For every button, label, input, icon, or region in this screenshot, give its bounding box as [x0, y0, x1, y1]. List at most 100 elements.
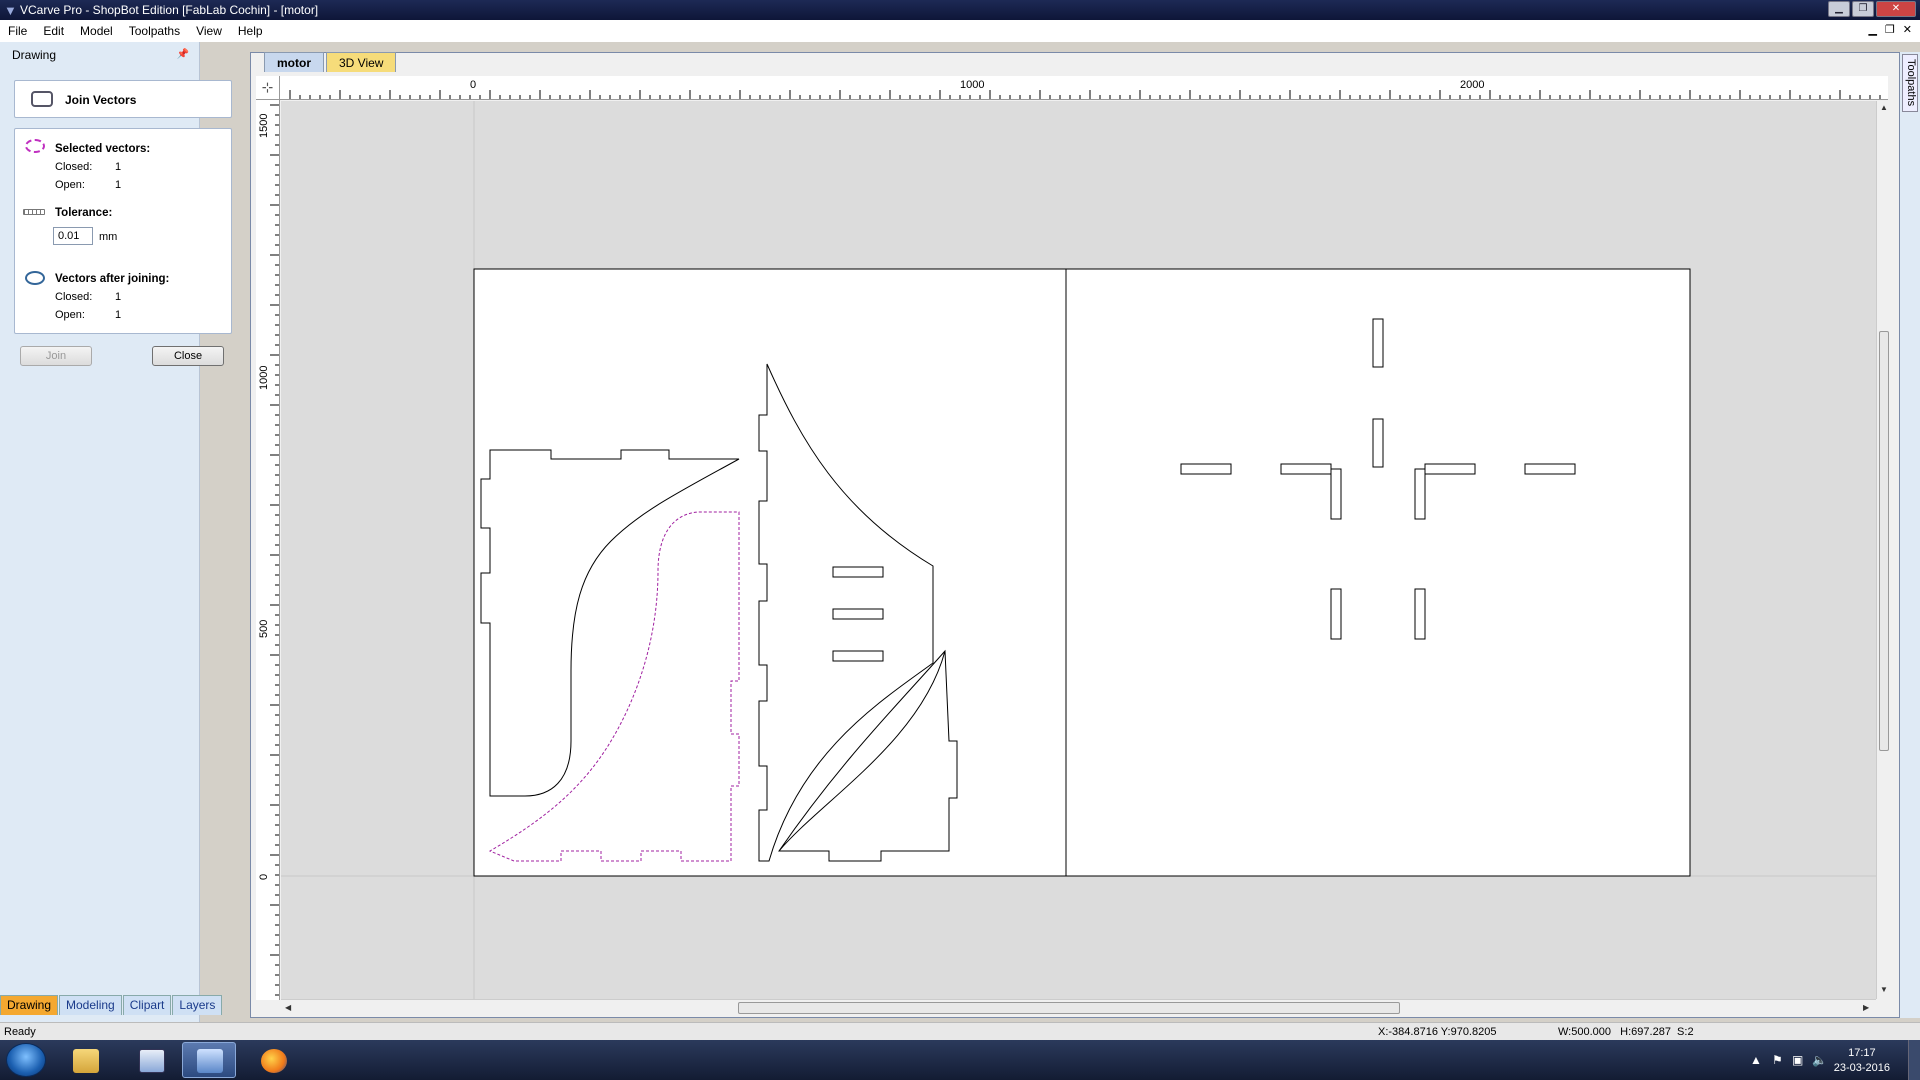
close-window-button[interactable]: ✕	[1876, 1, 1916, 17]
panel-header: Drawing	[12, 48, 57, 62]
volume-icon[interactable]: 🔈	[1812, 1053, 1827, 1067]
status-text: Ready	[4, 1026, 36, 1038]
clock-date: 23-03-2016	[1833, 1062, 1890, 1074]
clock[interactable]: 17:17 23-03-2016	[1834, 1046, 1890, 1076]
left-ruler: 1500 1000 500 0	[256, 100, 280, 1000]
tab-layers[interactable]: Layers	[172, 995, 223, 1015]
cursor-coordinates: X:-384.8716 Y:970.8205	[1378, 1026, 1497, 1038]
tab-motor[interactable]: motor	[264, 52, 324, 72]
action-center-flag-icon[interactable]: ⚑	[1772, 1053, 1783, 1067]
menu-model[interactable]: Model	[72, 24, 121, 38]
vector-drawing	[281, 101, 1876, 999]
scroll-up-icon[interactable]: ▲	[1880, 103, 1888, 112]
menu-edit[interactable]: Edit	[35, 24, 72, 38]
taskbar: ▲ ⚑ ▣ 🔈 17:17 23-03-2016	[0, 1040, 1920, 1080]
folder-icon	[73, 1049, 99, 1073]
toolpaths-tab[interactable]: Toolpaths	[1902, 54, 1918, 112]
tab-modeling[interactable]: Modeling	[59, 995, 122, 1015]
tool-title: Join Vectors	[65, 93, 137, 107]
doc-minimize-icon[interactable]: ▁	[1868, 23, 1876, 36]
vertical-scrollbar[interactable]: ▲ ▼	[1876, 101, 1890, 999]
tab-clipart[interactable]: Clipart	[122, 995, 172, 1015]
scroll-right-icon[interactable]: ▶	[1863, 1003, 1869, 1012]
material-sheet	[473, 268, 1691, 877]
ruler-label-2000: 2000	[1460, 79, 1484, 91]
start-button[interactable]	[6, 1043, 46, 1077]
drawing-canvas[interactable]	[281, 101, 1876, 999]
vcarve-logo-icon: ▼	[4, 3, 17, 18]
minimize-button[interactable]: ▁	[1828, 1, 1850, 17]
ruler-origin-icon[interactable]: ⊹	[256, 76, 280, 100]
document-tabs: motor 3D View	[264, 52, 398, 72]
top-ruler: 0 1000 2000	[280, 76, 1888, 100]
ruler-icon	[23, 209, 45, 215]
vertical-scroll-thumb[interactable]	[1879, 331, 1889, 751]
tolerance-unit: mm	[99, 231, 118, 243]
join-vectors-icon	[31, 91, 53, 107]
join-info-box: Selected vectors: Closed: 1 Open: 1 Tole…	[14, 128, 232, 334]
tab-3d-view[interactable]: 3D View	[326, 52, 397, 72]
selected-vectors-label: Selected vectors:	[55, 143, 151, 155]
show-desktop-button[interactable]	[1908, 1040, 1920, 1080]
doc-restore-icon[interactable]: ❐	[1885, 23, 1895, 36]
taskbar-firefox[interactable]	[246, 1042, 300, 1078]
title-bar: ▼ VCarve Pro - ShopBot Edition [FabLab C…	[0, 0, 1920, 20]
menu-view[interactable]: View	[188, 24, 230, 38]
tolerance-label: Tolerance:	[55, 207, 113, 219]
network-icon[interactable]: ▣	[1792, 1053, 1803, 1067]
document-window-controls: ▁ ❐ ✕	[1868, 23, 1912, 36]
ruler-label-y1500: 1500	[258, 114, 270, 138]
toolpaths-strip: Toolpaths	[1900, 52, 1920, 1018]
pin-icon[interactable]: 📌	[177, 49, 189, 60]
system-tray: ▲ ⚑ ▣ 🔈 17:17 23-03-2016	[1700, 1040, 1920, 1080]
horizontal-scroll-thumb[interactable]	[738, 1002, 1400, 1014]
menu-file[interactable]: File	[0, 24, 35, 38]
after-closed-value: 1	[115, 291, 122, 303]
app-icon	[139, 1049, 165, 1073]
doc-close-icon[interactable]: ✕	[1903, 23, 1912, 36]
vcarve-icon	[197, 1049, 223, 1073]
taskbar-app[interactable]	[124, 1042, 178, 1078]
menu-bar: File Edit Model Toolpaths View Help ▁ ❐ …	[0, 20, 1920, 42]
selected-vectors-icon	[25, 139, 45, 153]
ruler-label-1000: 1000	[960, 79, 984, 91]
tab-drawing[interactable]: Drawing	[0, 995, 59, 1015]
panel-tabs: Drawing Modeling Clipart Layers	[0, 995, 223, 1015]
taskbar-vcarve[interactable]	[182, 1042, 236, 1078]
ruler-label-0: 0	[470, 79, 476, 91]
clock-time: 17:17	[1848, 1047, 1876, 1059]
selected-closed-label: Closed:	[55, 161, 93, 173]
selection-dimensions: W:500.000 H:697.287 S:2	[1558, 1026, 1694, 1038]
selected-open-label: Open:	[55, 179, 85, 191]
join-vectors-header: Join Vectors	[14, 80, 232, 118]
menu-toolpaths[interactable]: Toolpaths	[121, 24, 188, 38]
joined-vectors-icon	[25, 271, 45, 285]
ruler-label-y500: 500	[258, 620, 270, 638]
status-bar: Ready X:-384.8716 Y:970.8205 W:500.000 H…	[0, 1022, 1920, 1040]
ruler-label-y0: 0	[258, 874, 270, 880]
toolpaths-tab-label: Toolpaths	[1905, 59, 1917, 107]
scroll-left-icon[interactable]: ◀	[285, 1003, 291, 1012]
ruler-label-y1000: 1000	[258, 366, 270, 390]
join-button[interactable]: Join	[20, 346, 92, 366]
menu-help[interactable]: Help	[230, 24, 271, 38]
after-open-value: 1	[115, 309, 122, 321]
tolerance-input[interactable]	[53, 227, 93, 245]
horizontal-scrollbar[interactable]: ◀ ▶	[281, 999, 1876, 1015]
close-button[interactable]: Close	[152, 346, 224, 366]
selected-open-value: 1	[115, 179, 122, 191]
taskbar-explorer[interactable]	[58, 1042, 112, 1078]
tray-expand-icon[interactable]: ▲	[1750, 1053, 1762, 1067]
window-title: VCarve Pro - ShopBot Edition [FabLab Coc…	[20, 3, 319, 17]
firefox-icon	[261, 1049, 287, 1073]
maximize-button[interactable]: ❐	[1852, 1, 1874, 17]
selected-closed-value: 1	[115, 161, 122, 173]
after-closed-label: Closed:	[55, 291, 93, 303]
after-joining-label: Vectors after joining:	[55, 273, 170, 285]
drawing-panel: Drawing 📌 Join Vectors Selected vectors:…	[0, 42, 232, 1038]
window-controls: ▁ ❐ ✕	[1828, 1, 1916, 17]
after-open-label: Open:	[55, 309, 85, 321]
scroll-down-icon[interactable]: ▼	[1880, 985, 1888, 994]
left-ruler-ticks: 1500 1000 500 0	[258, 104, 279, 996]
top-ruler-ticks: 0 1000 2000	[289, 79, 1881, 99]
